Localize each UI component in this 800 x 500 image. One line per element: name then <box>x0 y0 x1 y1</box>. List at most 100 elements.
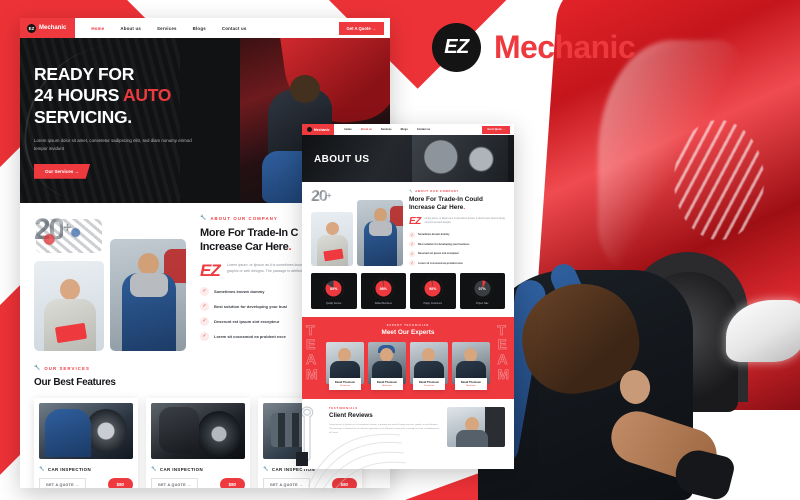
navbar-logo[interactable]: EZ Mechanic <box>20 18 76 38</box>
tools-texture-icon <box>36 219 102 253</box>
service-card[interactable]: 🔧 Car Inspection GET A QUOTE → $80 <box>146 398 250 488</box>
brand-lockup: EZ Mechanic <box>432 23 636 72</box>
our-services-button[interactable]: Our Services → <box>34 163 91 179</box>
service-label: 🔧 Car Inspection <box>39 466 133 472</box>
stat-value: 07% <box>478 286 486 291</box>
small-photo-thumbnail <box>296 452 308 466</box>
team-member-info: David Thomson Technician <box>413 377 445 390</box>
inner-about-title-line2: Increase Car Here <box>409 204 464 212</box>
mechanic-head-small <box>374 208 387 222</box>
inner-years-number: 20 <box>311 188 328 205</box>
progress-ring: 98% <box>422 278 444 300</box>
service-card[interactable]: 🔧 Car Inspection GET A QUOTE → $80 <box>34 398 138 488</box>
stats-row: 85% Quality Service 98% Skilled Members … <box>302 266 514 309</box>
main-navbar: EZ Mechanic Home About us Services Blogs… <box>20 18 390 38</box>
check-item-label: Lorem sit cocosmod ea proident exce <box>418 261 463 265</box>
inner-nav-link-services[interactable]: Services <box>381 128 392 131</box>
about-photo-mechanic <box>110 239 186 351</box>
check-item-label: Lorem sit cocosmod ea proident exce <box>214 333 286 339</box>
inner-ez-monogram: EZ <box>409 215 421 227</box>
check-icon: ✓ <box>200 316 209 326</box>
service-quote-button[interactable]: GET A QUOTE → <box>151 478 198 488</box>
inner-about-visuals: 20 + <box>311 189 403 266</box>
service-price-badge: $80 <box>219 478 245 488</box>
member-head <box>338 347 351 362</box>
wrench-icon: 🔧 <box>200 215 208 221</box>
service-label: 🔧 Car Inspection <box>151 466 245 472</box>
nav-link-about[interactable]: About us <box>120 26 141 31</box>
check-list-item: ✓ Deserunt est ipsum sint excepteur <box>409 250 505 257</box>
nav-link-blogs[interactable]: Blogs <box>193 26 206 31</box>
check-list-item: ✓ Sometimes known dummy <box>409 231 505 238</box>
about-title-line2: Increase Car Here <box>200 241 289 254</box>
mechanic-shirt <box>130 273 168 297</box>
team-title: Meet Our Experts <box>381 328 435 336</box>
nav-link-contact[interactable]: Contact us <box>222 26 247 31</box>
service-thumbnail <box>151 403 245 459</box>
inner-about-photo-group <box>311 200 403 266</box>
customer-head <box>326 222 339 235</box>
check-icon: ✓ <box>409 250 415 257</box>
service-quote-button[interactable]: GET A QUOTE → <box>39 478 86 488</box>
review-car <box>485 406 505 447</box>
inner-logo-name: Mechanic <box>314 127 330 132</box>
about-title-line1: More For Trade-In C <box>200 227 299 239</box>
check-item-label: Best solution for developing your busine… <box>418 242 470 246</box>
inner-nav-link-about[interactable]: About us <box>361 128 372 131</box>
team-member-card[interactable]: David Thomson Technician <box>410 341 448 390</box>
stat-value: 98% <box>379 286 387 291</box>
customer-head <box>60 279 80 300</box>
check-item-label: Deserunt est ipsum sint excepteur <box>214 318 280 324</box>
stat-card: 85% Quality Service <box>311 273 357 309</box>
check-icon: ✓ <box>200 301 209 311</box>
inner-get-a-quote-button[interactable]: Get A Quote → <box>482 125 510 134</box>
about-page-mockup[interactable]: Mechanic Home About us Services Blogs Co… <box>302 124 514 469</box>
get-a-quote-button[interactable]: Get A Quote → <box>338 21 384 35</box>
brand-badge-icon: EZ <box>432 23 481 72</box>
member-head <box>422 347 435 362</box>
team-ghost-text-right: TEAM <box>497 321 510 382</box>
check-icon: ✓ <box>409 231 415 238</box>
team-member-card[interactable]: David Thomson Mechanic <box>452 341 490 390</box>
inner-nav-link-contact[interactable]: Contact us <box>417 128 430 131</box>
nav-link-home[interactable]: Home <box>91 26 104 31</box>
team-member-name: David Thomson <box>460 380 482 384</box>
inner-years-plus: + <box>326 191 332 200</box>
fan-blade-decoration <box>307 433 407 494</box>
inner-about-eyebrow: 🔧 About Our Company <box>409 189 505 193</box>
reviews-eyebrow: Testimonials <box>329 406 358 410</box>
stat-caption: Quality Service <box>326 302 342 305</box>
nav-link-services[interactable]: Services <box>157 26 177 31</box>
hero-copy: READY FOR 24 HOURS AUTO SERVICING. Lorem… <box>34 64 254 179</box>
team-member-card[interactable]: David Thomson Technician <box>326 341 364 390</box>
team-member-card[interactable]: David Thomson Mechanic <box>368 341 406 390</box>
mechanic-shirt <box>369 221 392 236</box>
review-person-body <box>456 429 488 447</box>
ez-monogram: EZ <box>200 260 221 280</box>
team-member-role: Technician <box>423 384 435 387</box>
check-list-item: ✓ Best solution for developing your busi… <box>409 241 505 248</box>
hero-headline: READY FOR 24 HOURS AUTO SERVICING. <box>34 64 254 128</box>
mechanic-car-photo <box>478 0 800 500</box>
stat-card: 07% Project Sale <box>459 273 505 309</box>
service-label-text: Car Inspection <box>47 466 92 472</box>
hero-headline-line1: READY FOR <box>34 64 135 84</box>
check-item-label: Sometimes known dummy <box>214 288 265 294</box>
team-ghost-text-left: TEAM <box>306 321 319 382</box>
team-grid: David Thomson Technician David Thomson M… <box>302 341 514 390</box>
navbar-logo-badge-icon: EZ <box>27 23 36 33</box>
inner-nav-link-home[interactable]: Home <box>344 128 351 131</box>
inner-photo-customer <box>311 212 353 266</box>
about-photo-customer <box>34 261 104 351</box>
check-icon: ✓ <box>200 286 209 296</box>
inner-check-list: ✓ Sometimes known dummy ✓ Best solution … <box>409 231 505 267</box>
inner-navbar: Mechanic Home About us Services Blogs Co… <box>302 124 514 135</box>
wrench-icon: 🔧 <box>39 466 45 471</box>
inner-navbar-logo[interactable]: Mechanic <box>302 124 335 135</box>
progress-ring: 07% <box>471 278 493 300</box>
check-icon: ✓ <box>409 241 415 248</box>
team-eyebrow: Expert Technician <box>386 323 430 327</box>
hero-headline-line2-pre: 24 HOURS <box>34 85 124 106</box>
inner-nav-link-blogs[interactable]: Blogs <box>401 128 408 131</box>
about-hero-banner: ABOUT US <box>302 135 514 182</box>
